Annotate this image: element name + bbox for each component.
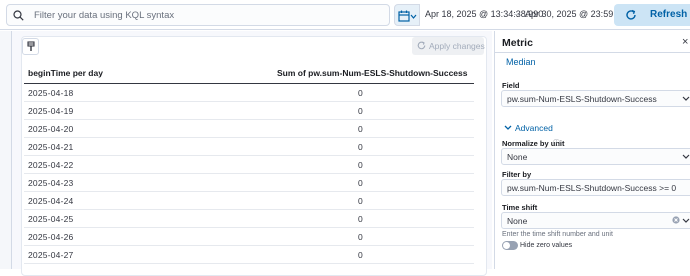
- table-cell: 0: [358, 178, 363, 188]
- table-cell: 2025-04-19: [28, 106, 74, 116]
- table-row: 2025-04-22 0: [24, 156, 474, 174]
- search-placeholder: Filter your data using KQL syntax: [34, 10, 175, 21]
- advanced-toggle[interactable]: Advanced: [515, 123, 553, 133]
- filter-label: Filter by: [502, 170, 532, 179]
- calendar-icon: [398, 10, 417, 22]
- table-cell: 2025-04-27: [28, 250, 74, 260]
- table-cell: 0: [358, 142, 363, 152]
- table-row: 2025-04-20 0: [24, 120, 474, 138]
- time-shift-label: Time shift: [502, 203, 538, 212]
- search-input[interactable]: Filter your data using KQL syntax: [6, 4, 390, 26]
- left-rail: [0, 31, 12, 269]
- table-cell: 2025-04-25: [28, 214, 74, 224]
- table-cell: 2025-04-20: [28, 124, 74, 134]
- panel-title: Metric: [502, 37, 533, 49]
- table-row: 2025-04-26 0: [24, 228, 474, 246]
- table-cell: 2025-04-21: [28, 142, 74, 152]
- chevron-down-icon[interactable]: [504, 125, 512, 131]
- filter-input[interactable]: pw.sum-Num-ESLS-Shutdown-Success >= 0: [501, 179, 690, 196]
- time-shift-select[interactable]: None: [501, 212, 690, 229]
- brush-icon: [27, 41, 35, 51]
- table-row: 2025-04-21 0: [24, 138, 474, 156]
- table-cell: 0: [358, 124, 363, 134]
- median-function-link[interactable]: Median: [506, 57, 536, 67]
- chevron-down-icon: [682, 218, 690, 223]
- chevron-down-icon: [682, 96, 690, 101]
- toggle-knob: [503, 242, 510, 249]
- column-header[interactable]: beginTime per day: [28, 63, 103, 83]
- field-select[interactable]: pw.sum-Num-ESLS-Shutdown-Success: [501, 90, 690, 107]
- info-icon: ⓘ: [553, 140, 560, 147]
- table-row: 2025-04-18 0: [24, 84, 474, 102]
- normalize-value: None: [507, 152, 528, 162]
- table-row: 2025-04-25 0: [24, 210, 474, 228]
- close-icon[interactable]: ×: [682, 36, 688, 48]
- apply-changes-button[interactable]: Apply changes: [412, 37, 485, 55]
- hide-zero-label: Hide zero values: [520, 242, 573, 249]
- column-header[interactable]: Sum of pw.sum-Num-ESLS-Shutdown-Success: [277, 63, 467, 83]
- table-cell: 0: [358, 214, 363, 224]
- table-cell: 0: [358, 160, 363, 170]
- hide-zero-toggle[interactable]: [502, 241, 518, 250]
- table-cell: 0: [358, 88, 363, 98]
- table-cell: 2025-04-18: [28, 88, 74, 98]
- table-row: 2025-04-19 0: [24, 102, 474, 120]
- normalize-select[interactable]: None: [501, 148, 690, 165]
- refresh-label: Refresh: [650, 9, 688, 20]
- table-row: 2025-04-24 0: [24, 192, 474, 210]
- time-shift-value: None: [507, 216, 528, 226]
- time-shift-help: Enter the time shift number and unit: [502, 231, 613, 238]
- date-quick-menu-button[interactable]: [394, 4, 420, 26]
- table-cell: 2025-04-23: [28, 178, 74, 188]
- table-cell: 0: [358, 250, 363, 260]
- refresh-icon: [417, 41, 426, 50]
- search-icon: [13, 10, 24, 21]
- table-cell: 0: [358, 232, 363, 242]
- apply-changes-label: Apply changes: [429, 41, 485, 51]
- table-row: 2025-04-27 0: [24, 246, 474, 264]
- arrow-right-icon: →: [512, 8, 522, 19]
- table-cell: 2025-04-24: [28, 196, 74, 206]
- table-cell: 2025-04-22: [28, 160, 74, 170]
- table-cell: 0: [358, 196, 363, 206]
- divider: [495, 52, 690, 53]
- chevron-down-icon: [682, 154, 690, 159]
- field-label: Field: [502, 81, 520, 90]
- table-row: 2025-04-23 0: [24, 174, 474, 192]
- table-cell: 2025-04-26: [28, 232, 74, 242]
- filter-value: pw.sum-Num-ESLS-Shutdown-Success >= 0: [507, 183, 677, 193]
- toolbar-button[interactable]: [22, 38, 39, 55]
- refresh-icon: [626, 9, 636, 20]
- table-cell: 0: [358, 106, 363, 116]
- clear-icon[interactable]: [672, 216, 680, 224]
- field-value: pw.sum-Num-ESLS-Shutdown-Success: [507, 94, 657, 104]
- refresh-button[interactable]: Refresh: [614, 4, 690, 26]
